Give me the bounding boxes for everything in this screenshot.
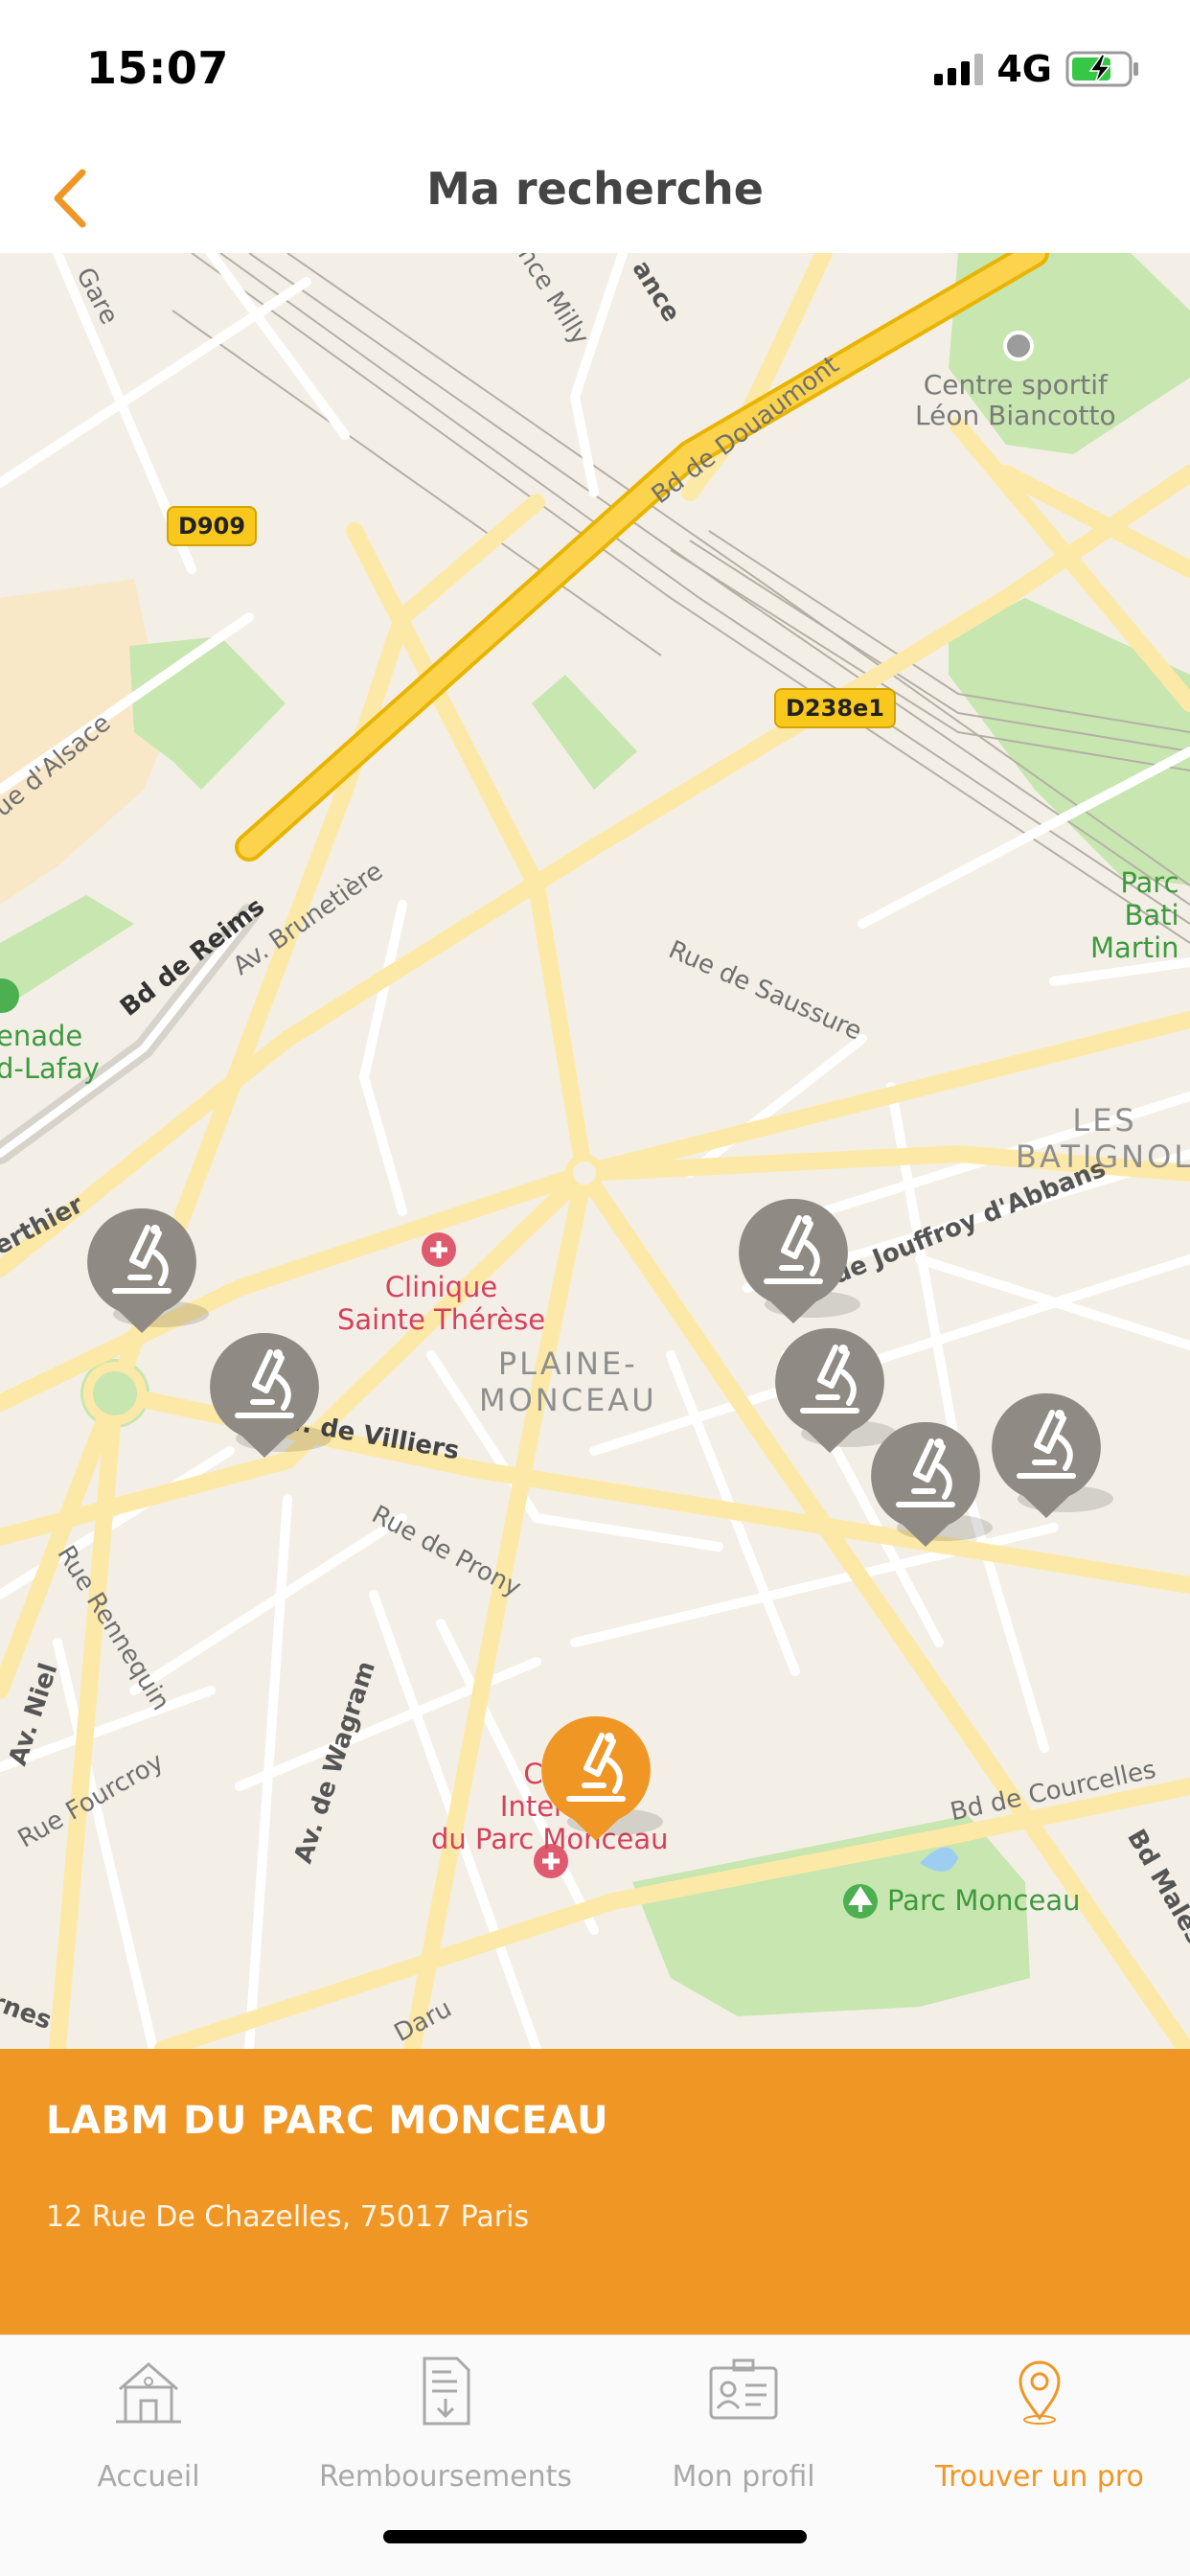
lab-pin-selected[interactable] (540, 1714, 663, 1858)
lab-pin[interactable] (209, 1331, 332, 1475)
id-card-icon (709, 2358, 778, 2420)
road-shield-d238: D238e1 (774, 688, 896, 728)
poi-label: Parc Monceau (887, 1884, 1081, 1917)
tab-label: Trouver un pro (935, 2460, 1144, 2494)
lab-name: LABM DU PARC MONCEAU (46, 2099, 609, 2143)
battery-charging-icon (1065, 51, 1138, 87)
lab-pin[interactable] (991, 1392, 1113, 1535)
status-bar: 15:07 4G (0, 0, 1190, 144)
poi-label: Clinique Sainte Thérèse (337, 1271, 546, 1336)
status-indicators: 4G (934, 48, 1142, 90)
tab-label: Accueil (97, 2460, 200, 2494)
status-time: 15:07 (86, 42, 229, 94)
microscope-icon (210, 1332, 332, 1458)
lab-pin[interactable] (870, 1420, 993, 1564)
tab-mon-profil[interactable]: Mon profil (600, 2355, 887, 2498)
network-type: 4G (996, 48, 1052, 90)
poi-label: Parc Bati Martin (1090, 866, 1179, 964)
navigation-header: Ma recherche (0, 144, 1190, 253)
district-label: LES BATIGNOL (1016, 1102, 1190, 1175)
page-title: Ma recherche (426, 163, 764, 215)
road-shield-d909: D909 (167, 506, 258, 546)
microscope-icon (992, 1392, 1113, 1518)
poi-label: Centre sportif Léon Biancotto (915, 369, 1116, 431)
map-view[interactable]: Gare nce Milly ance Bd de Douaumont ue d… (0, 253, 1190, 2049)
location-pin-icon (1018, 2360, 1061, 2425)
lab-pin[interactable] (86, 1207, 209, 1350)
microscope-icon (739, 1198, 860, 1323)
microscope-icon (87, 1208, 209, 1333)
lab-address: 12 Rue De Chazelles, 75017 Paris (46, 2200, 530, 2234)
tab-remboursements[interactable]: Remboursements (302, 2355, 589, 2498)
microscope-icon (541, 1715, 663, 1841)
poi-label: enade d-Lafay (0, 1020, 100, 1085)
document-download-icon (423, 2357, 470, 2426)
tab-trouver-un-pro[interactable]: Trouver un pro (896, 2355, 1183, 2498)
tab-label: Remboursements (318, 2460, 573, 2494)
house-icon (116, 2362, 181, 2424)
lab-pin[interactable] (738, 1197, 860, 1341)
selected-lab-card[interactable]: LABM DU PARC MONCEAU 12 Rue De Chazelles… (0, 2049, 1190, 2334)
district-label: PLAINE- MONCEAU (479, 1346, 657, 1418)
signal-icon (934, 53, 984, 85)
tab-accueil[interactable]: Accueil (5, 2355, 292, 2498)
home-indicator (383, 2530, 807, 2543)
tab-label: Mon profil (672, 2460, 815, 2494)
